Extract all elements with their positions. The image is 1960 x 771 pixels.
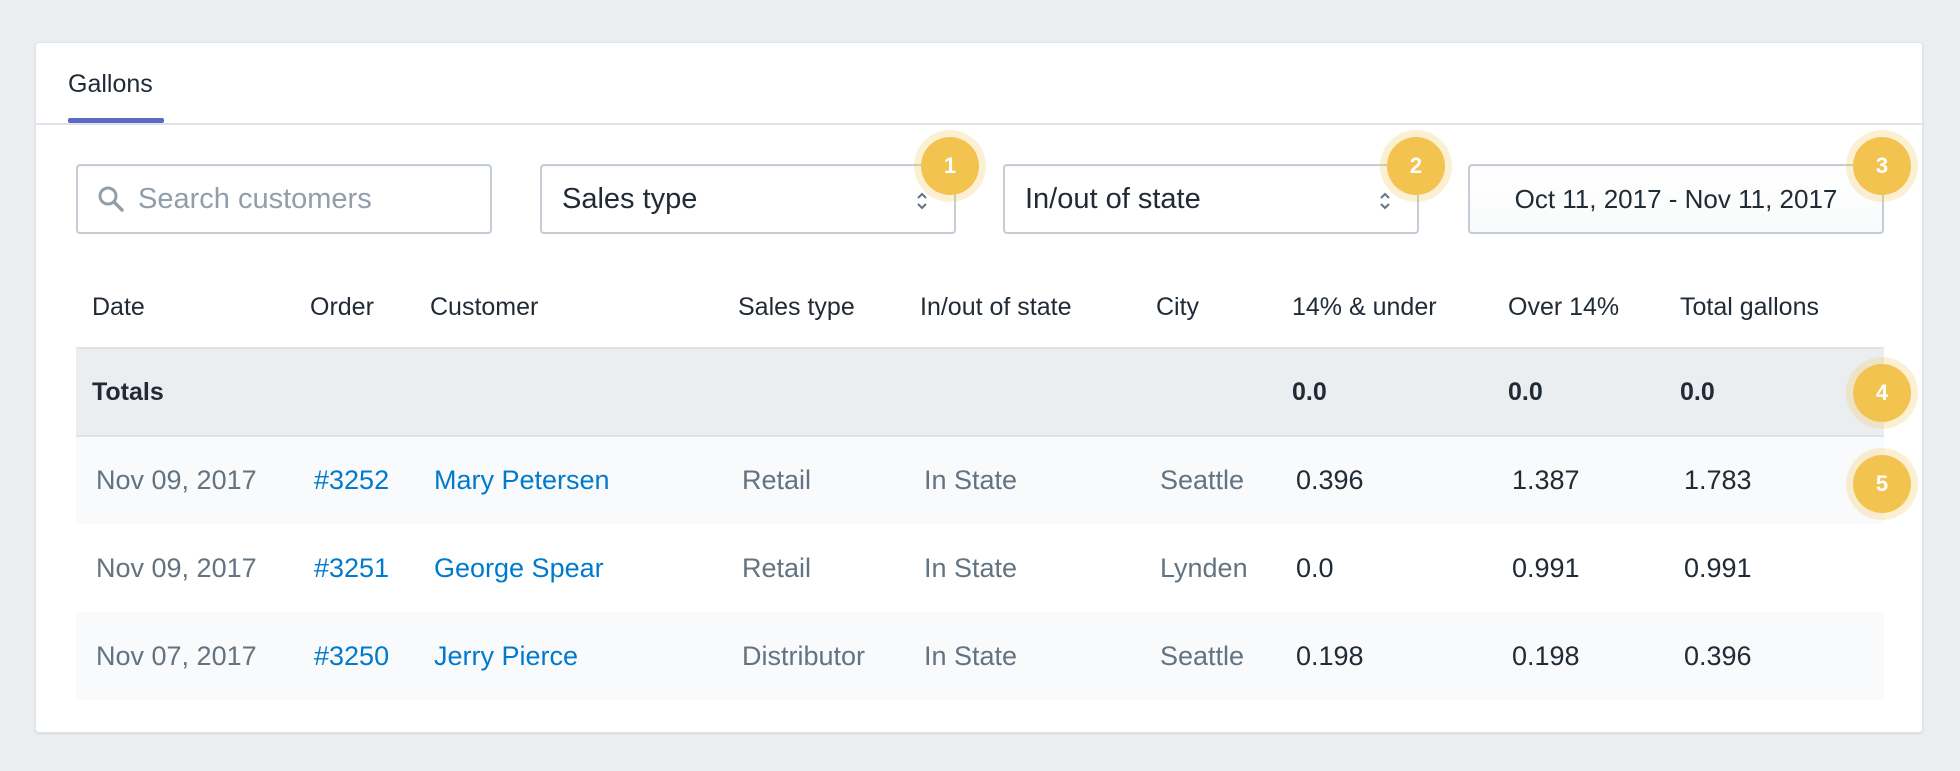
cell-total-gallons: 0.396 — [1684, 640, 1752, 671]
totals-label: Totals — [92, 377, 164, 406]
totals-total-gallons: 0.0 — [1680, 377, 1715, 406]
annotation-badge-2: 2 — [1387, 137, 1445, 195]
table-header-row: Date Order Customer Sales type In/out of… — [76, 268, 1884, 348]
sales-type-select[interactable]: Sales type — [540, 164, 956, 234]
annotation-badge-1: 1 — [921, 137, 979, 195]
search-placeholder: Search customers — [138, 182, 372, 215]
cell-total-gallons: 1.783 — [1684, 465, 1752, 495]
column-header-under-14: 14% & under — [1292, 293, 1437, 321]
gallons-table: Date Order Customer Sales type In/out of… — [76, 268, 1884, 700]
column-header-customer: Customer — [430, 293, 539, 321]
tab-active-indicator — [68, 118, 164, 123]
annotation-badge-4: 4 — [1853, 364, 1911, 422]
search-icon — [96, 184, 126, 214]
customer-link[interactable]: Mary Petersen — [414, 436, 722, 524]
cell-sales-type: Distributor — [742, 640, 866, 671]
table-row: Nov 09, 2017 #3251 George Spear Retail I… — [76, 524, 1884, 612]
tab-gallons[interactable]: Gallons — [68, 43, 153, 125]
totals-over-14: 0.0 — [1508, 377, 1543, 406]
order-link[interactable]: #3252 — [294, 436, 414, 524]
customer-link[interactable]: George Spear — [414, 524, 722, 612]
cell-date: Nov 09, 2017 — [96, 552, 257, 583]
column-header-date: Date — [92, 293, 145, 321]
cell-state: In State — [924, 465, 1018, 495]
table-row: Nov 07, 2017 #3250 Jerry Pierce Distribu… — [76, 612, 1884, 700]
cell-date: Nov 09, 2017 — [96, 465, 257, 495]
column-header-sales-type: Sales type — [738, 293, 855, 321]
totals-row: Totals 0.0 0.0 0.0 — [76, 348, 1884, 436]
column-header-city: City — [1156, 293, 1200, 321]
cell-date: Nov 07, 2017 — [96, 640, 257, 671]
cell-total-gallons: 0.991 — [1684, 552, 1752, 583]
sales-type-select-label: Sales type — [562, 182, 698, 215]
cell-under-14: 0.396 — [1296, 465, 1364, 495]
column-header-total-gallons: Total gallons — [1680, 293, 1819, 321]
cell-sales-type: Retail — [742, 465, 812, 495]
date-range-label: Oct 11, 2017 - Nov 11, 2017 — [1514, 183, 1838, 214]
cell-over-14: 1.387 — [1512, 465, 1580, 495]
order-link[interactable]: #3251 — [294, 524, 414, 612]
column-header-in-out-state: In/out of state — [920, 293, 1072, 321]
cell-city: Lynden — [1160, 552, 1248, 583]
date-range-button[interactable]: Oct 11, 2017 - Nov 11, 2017 — [1468, 164, 1884, 234]
order-link[interactable]: #3250 — [294, 612, 414, 700]
cell-under-14: 0.198 — [1296, 640, 1364, 671]
gallons-report-card: Gallons Search customers Sales type In/o… — [35, 42, 1923, 733]
annotation-badge-3: 3 — [1853, 137, 1911, 195]
cell-over-14: 0.991 — [1512, 552, 1580, 583]
cell-over-14: 0.198 — [1512, 640, 1580, 671]
column-header-over-14: Over 14% — [1508, 293, 1620, 321]
customer-link[interactable]: Jerry Pierce — [414, 612, 722, 700]
tab-bar: Gallons — [36, 43, 1922, 125]
cell-under-14: 0.0 — [1296, 552, 1334, 583]
cell-city: Seattle — [1160, 640, 1245, 671]
column-header-order: Order — [310, 293, 374, 321]
in-out-state-select[interactable]: In/out of state — [1003, 164, 1419, 234]
table-row: Nov 09, 2017 #3252 Mary Petersen Retail … — [76, 436, 1884, 524]
cell-state: In State — [924, 552, 1018, 583]
select-arrows-icon — [1379, 188, 1391, 212]
annotation-badge-5: 5 — [1853, 455, 1911, 513]
cell-city: Seattle — [1160, 465, 1245, 495]
cell-sales-type: Retail — [742, 552, 812, 583]
select-arrows-icon — [916, 188, 928, 212]
in-out-state-select-label: In/out of state — [1025, 182, 1201, 215]
cell-state: In State — [924, 640, 1018, 671]
search-field[interactable]: Search customers — [76, 164, 492, 234]
totals-under-14: 0.0 — [1292, 377, 1327, 406]
